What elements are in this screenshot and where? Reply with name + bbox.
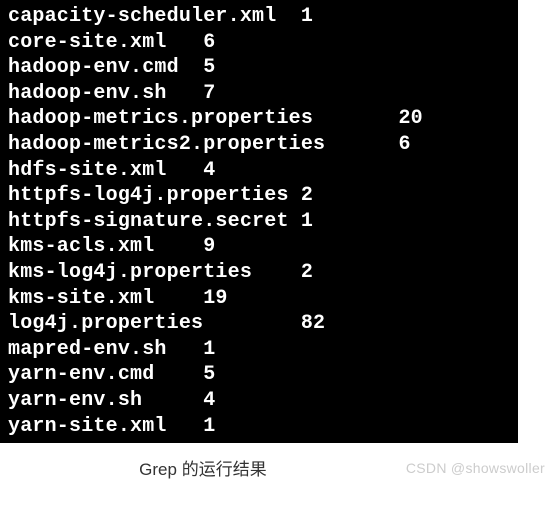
watermark-text: CSDN @showswoller [406,460,545,476]
terminal-output: capacity-scheduler.xml 1 core-site.xml 6… [0,0,518,443]
caption-row: Grep 的运行结果 CSDN @showswoller [0,443,553,480]
figure-caption: Grep 的运行结果 [0,455,406,480]
